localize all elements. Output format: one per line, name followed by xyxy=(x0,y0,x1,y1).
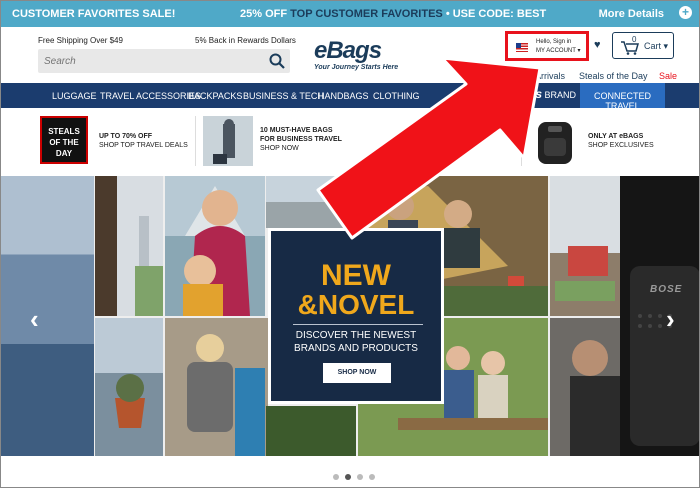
businessman-image xyxy=(203,116,253,166)
logo-tagline: Your Journey Starts Here xyxy=(314,64,399,71)
main-nav: LUGGAGE TRAVEL ACCESSORIES BACKPACKS BUS… xyxy=(0,83,700,111)
nav-item-connected-travel[interactable]: CONNECTED TRAVEL xyxy=(580,83,665,111)
promo-bar: CUSTOMER FAVORITES SALE! 25% OFF TOP CUS… xyxy=(0,0,700,27)
backpack-image xyxy=(538,122,572,164)
account-label: MY ACCOUNT ▾ xyxy=(536,48,581,54)
hero-title-new: NEW xyxy=(321,259,391,292)
woman-image xyxy=(95,176,163,316)
deal-price-text[interactable]: ONLY $4.9 xyxy=(425,154,459,163)
new-novel-promo-card[interactable]: NEW &NOVEL DISCOVER THE NEWEST BRANDS AN… xyxy=(268,228,444,404)
caret-down-icon: ▾ xyxy=(577,48,581,54)
ebags-logo[interactable]: eBags Your Journey Starts Here xyxy=(314,37,398,71)
free-shipping-text[interactable]: Free Shipping Over $49 xyxy=(38,36,123,45)
divider xyxy=(521,116,522,166)
promo-mid: TOP CUSTOMER FAVORITES xyxy=(290,8,443,20)
nav-item-ebags-brand[interactable]: eBags BRAND xyxy=(506,87,576,101)
promo-code: • USE CODE: BEST xyxy=(445,8,547,20)
prev-arrow-icon[interactable]: ‹ xyxy=(30,304,39,335)
nav-item-travel-accessories[interactable]: TRAVEL ACCESSORIES xyxy=(100,91,201,101)
mountain-image xyxy=(266,176,356,228)
search-input[interactable] xyxy=(44,52,264,70)
nav-item-handbags[interactable]: HANDBAGS xyxy=(318,91,369,101)
account-button[interactable]: Hello, Sign in MY ACCOUNT ▾ xyxy=(505,31,589,61)
heart-icon[interactable]: ♥ xyxy=(594,39,601,51)
promo-left-text: CUSTOMER FAVORITES SALE! xyxy=(12,8,176,20)
site-header: Free Shipping Over $49 5% Back in Reward… xyxy=(0,27,700,83)
bench-image xyxy=(266,406,356,456)
logo-wordmark: eBags xyxy=(314,37,382,64)
shop-now-button[interactable]: SHOP NOW xyxy=(323,363,391,383)
business-bag-thumb[interactable] xyxy=(203,116,253,166)
plus-circle-icon[interactable]: + xyxy=(679,6,692,19)
backpack-thumb[interactable] xyxy=(530,116,580,166)
deal-exclusive-text[interactable]: ONLY AT eBAGS SHOP EXCLUSIVES xyxy=(588,132,654,150)
mother-child-image xyxy=(165,176,265,316)
search-bar xyxy=(38,49,290,73)
bose-brand-text: BOSE xyxy=(650,284,683,295)
cart-label: Cart ▾ xyxy=(644,41,669,51)
hero-title-novel: &NOVEL xyxy=(297,289,415,320)
divider xyxy=(195,116,196,166)
account-greeting: Hello, Sign in xyxy=(536,39,572,45)
more-details-link[interactable]: More Details xyxy=(599,8,664,20)
plant-pot-image xyxy=(95,318,163,456)
cart-button[interactable]: 0 Cart ▾ xyxy=(612,32,674,59)
search-icon[interactable] xyxy=(268,52,286,70)
nav-item-luggage[interactable]: LUGGAGE xyxy=(52,91,97,101)
next-arrow-icon[interactable]: › xyxy=(666,304,675,335)
hero-description: DISCOVER THE NEWEST BRANDS AND PRODUCTS xyxy=(294,330,418,354)
street-image xyxy=(550,176,620,316)
caret-down-icon: ▾ xyxy=(663,41,669,51)
us-flag-icon xyxy=(516,43,528,52)
carousel-dot[interactable] xyxy=(333,474,339,480)
sale-link[interactable]: Sale xyxy=(659,71,677,81)
backpack-travelers-image xyxy=(165,318,268,456)
carousel-dot[interactable] xyxy=(357,474,363,480)
steals-badge[interactable]: STEALS OF THE DAY xyxy=(40,116,88,164)
cart-count: 0 xyxy=(632,35,637,44)
bose-speaker-image: BOSE xyxy=(620,176,700,456)
nav-item-backpacks[interactable]: BACKPACKS xyxy=(188,91,242,101)
divider xyxy=(293,324,423,325)
man-phone-image xyxy=(550,318,620,456)
nav-item-business-tech[interactable]: BUSINESS & TECH xyxy=(243,91,324,101)
steals-of-the-day-link[interactable]: Steals of the Day xyxy=(579,71,648,81)
lake-image xyxy=(0,176,94,456)
deal-business-text[interactable]: 10 MUST-HAVE BAGS FOR BUSINESS TRAVEL SHOP… xyxy=(260,126,342,153)
promo-percent: 25% OFF xyxy=(240,8,288,20)
deals-strip: STEALS OF THE DAY UP TO 70% OFF SHOP TOP T… xyxy=(0,108,700,176)
promo-center-text: 25% OFF TOP CUSTOMER FAVORITES • USE COD… xyxy=(240,8,546,20)
nav-item-clothing[interactable]: CLOTHING xyxy=(373,91,420,101)
hero-carousel[interactable]: BOSE NEW &NOVEL DISCOVER THE NEWEST BRAN… xyxy=(0,176,700,456)
new-arrivals-link[interactable]: New Arrivals xyxy=(515,71,565,81)
rewards-text[interactable]: 5% Back in Rewards Dollars xyxy=(195,36,296,45)
deal-steals-text[interactable]: UP TO 70% OFF SHOP TOP TRAVEL DEALS xyxy=(99,132,188,150)
carousel-dot-active[interactable] xyxy=(345,474,351,480)
carousel-dot[interactable] xyxy=(369,474,375,480)
carousel-dots xyxy=(333,467,381,485)
